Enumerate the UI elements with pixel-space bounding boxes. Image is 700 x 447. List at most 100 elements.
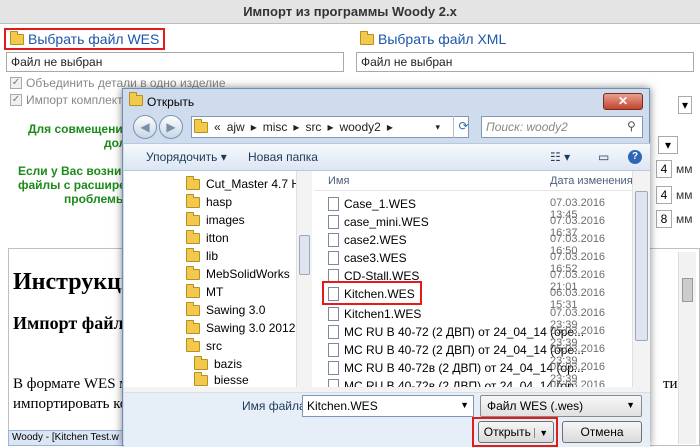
search-input[interactable]: Поиск: woody2 [481,116,643,138]
folder-icon [186,301,200,316]
select-wes-button[interactable]: Выбрать файл WES [4,28,166,50]
page-scrollbar[interactable] [678,252,696,444]
folder-icon [194,118,208,133]
tree-item[interactable]: lib [186,247,218,263]
file-item[interactable]: MC RU B 40-72 (2 ДВП) от 24_04_14 (ope..… [314,341,634,367]
file-item[interactable]: case_mini.WES 07.03.2016 16:37 [314,213,634,239]
note-line2: Если у Вас возник [18,164,128,178]
folder-tree: Cut_Master 4.7 Hasp hasp images itton li… [124,171,304,387]
h-scrollbar[interactable] [124,387,650,393]
help-icon[interactable]: ? [628,150,642,164]
scroll-thumb[interactable] [682,278,693,302]
checkbox-icon: ✓ [10,94,22,106]
tree-item[interactable]: MebSolidWorks [186,265,290,281]
tree-item[interactable]: MT [186,283,223,299]
refresh-icon[interactable]: ⟳ [453,116,473,138]
file-icon [328,325,339,339]
dialog-titlebar: Открыть ✕ [123,89,649,115]
tree-item[interactable]: itton [186,229,229,245]
file-list: Имя Дата изменения Case_1.WES 07.03.2016 … [314,171,650,403]
column-name[interactable]: Имя [328,175,349,187]
highlight-box [322,281,422,305]
file-icon [328,197,339,211]
file-item[interactable]: MC RU B 40-72 (2 ДВП) от 24_04_14 (ope..… [314,323,634,349]
navigation-row: ◀ ▶ « ajw ▸ misc ▸ src ▸ woody2 ▸ ▾ ⟳ По… [131,113,643,141]
chevron-down-icon[interactable]: ▼ [460,400,469,410]
instructions-heading: Инструкци [13,269,135,295]
tree-item[interactable]: Cut_Master 4.7 Hasp [186,175,304,191]
folder-icon [194,371,208,386]
file-item[interactable]: Kitchen1.WES 07.03.2016 23:39 [314,305,634,331]
file-icon [328,343,339,357]
chevron-down-icon: ▼ [626,400,635,410]
search-icon: ⚲ [627,119,636,133]
file-item[interactable]: Case_1.WES 07.03.2016 13:45 [314,195,634,221]
tree-scrollbar[interactable] [296,171,312,387]
scroll-thumb[interactable] [299,235,310,275]
file-icon [328,233,339,247]
organize-button[interactable]: Упорядочить ▾ [146,150,227,164]
file-icon [328,215,339,229]
taskbar-woody[interactable]: Woody - [Kitchen Test.w [8,430,128,446]
file-icon [328,361,339,375]
tree-item[interactable]: biesse [194,371,249,387]
folder-icon [186,319,200,334]
folder-icon [186,193,200,208]
xml-file-field[interactable]: Файл не выбран [356,52,694,72]
open-file-dialog: Открыть ✕ ◀ ▶ « ajw ▸ misc ▸ src ▸ woody… [122,88,650,447]
chevron-down-icon[interactable]: ▾ [435,122,440,133]
instructions-subheading: Импорт файло [13,313,133,333]
window-title: Импорт из программы Woody 2.x [0,0,700,24]
view-icon[interactable]: ☷ ▾ [550,150,570,164]
folder-icon [186,175,200,190]
checkbox-icon: ✓ [10,77,22,89]
forward-button[interactable]: ▶ [159,115,183,139]
filetype-select[interactable]: Файл WES (.wes) ▼ [480,395,642,417]
tree-item[interactable]: hasp [186,193,232,209]
new-folder-button[interactable]: Новая папка [248,150,318,164]
file-item[interactable]: case2.WES 07.03.2016 16:50 [314,231,634,257]
tree-item[interactable]: Sawing 3.0 2012.01.05 [186,319,304,335]
spin-1[interactable]: 4 [656,160,672,178]
close-button[interactable]: ✕ [603,93,643,110]
import-kit-checkbox[interactable]: ✓ Импорт комплект [10,93,123,107]
folder-icon [186,229,200,244]
wes-file-field[interactable]: Файл не выбран [6,52,344,72]
folder-icon [194,355,208,370]
help-icon[interactable]: ▾ [678,96,692,114]
spin-3[interactable]: 8 [656,210,672,228]
folder-icon [10,30,24,45]
address-bar[interactable]: « ajw ▸ misc ▸ src ▸ woody2 ▸ ▾ [191,116,469,138]
file-item[interactable]: case3.WES 07.03.2016 16:52 [314,249,634,275]
file-icon [328,251,339,265]
right-dropdown[interactable]: ▾ [658,136,678,154]
folder-icon [360,30,374,45]
dialog-toolbar: Упорядочить ▾ Новая папка ☷ ▾ ▭ ? [124,143,650,171]
filename-label: Имя файла: [242,399,309,413]
tree-item[interactable]: Sawing 3.0 [186,301,265,317]
note-line3: файлы с расширен [18,178,134,192]
tree-item[interactable]: images [186,211,245,227]
folder-icon [186,337,200,352]
file-scrollbar[interactable] [632,171,650,387]
folder-icon [186,211,200,226]
file-item[interactable]: MC RU B 40-72в (2 ДВП) от 24_04_14 (op..… [314,359,634,385]
file-list-header: Имя Дата изменения [314,171,634,191]
spin-2[interactable]: 4 [656,186,672,204]
dialog-content: Cut_Master 4.7 Hasp hasp images itton li… [124,171,650,403]
open-button[interactable]: Открыть ▼ [478,421,554,443]
folder-icon [186,283,200,298]
tree-item[interactable]: bazis [194,355,242,371]
folder-icon [186,265,200,280]
back-button[interactable]: ◀ [133,115,157,139]
note-line1: Для совмещения [28,122,130,136]
scroll-thumb[interactable] [635,191,648,341]
cancel-button[interactable]: Отмена [562,421,642,443]
filename-input[interactable]: Kitchen.WES ▼ [302,395,474,417]
folder-icon [129,92,143,106]
tree-item[interactable]: src [186,337,222,353]
preview-pane-icon[interactable]: ▭ [598,150,609,164]
column-date[interactable]: Дата изменения [550,175,633,187]
select-xml-button[interactable]: Выбрать файл XML [356,28,510,50]
folder-icon [186,247,200,262]
